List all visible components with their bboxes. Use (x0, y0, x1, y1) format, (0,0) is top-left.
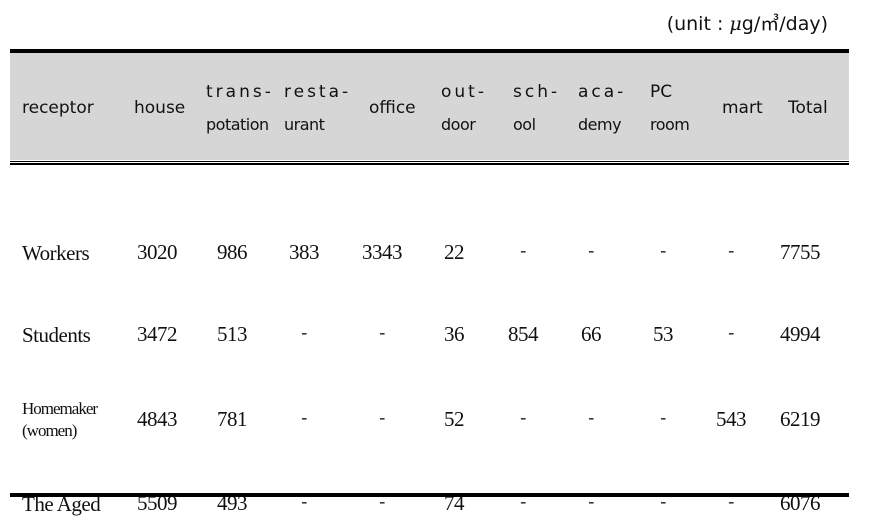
unit-rest: g/㎥/day) (741, 13, 828, 35)
bottom-rule (10, 493, 849, 497)
header-mart: mart (722, 98, 763, 118)
header-receptor: receptor (22, 98, 94, 118)
table-row: The Aged 5509 493- -74- - - -6076 (10, 165, 849, 516)
header-rule-thin (10, 161, 849, 162)
exposure-table: receptor house trans- potation resta- ur… (10, 49, 849, 516)
table-body: Workers 3020 986 383 3343 22- - - -7755 Students 3… (10, 165, 849, 516)
header-house: house (134, 98, 186, 118)
unit-mu: μ (729, 13, 742, 35)
header-office: office (369, 98, 416, 118)
unit-prefix: (unit : (666, 13, 730, 35)
header-total: Total (788, 98, 828, 118)
unit-note: (unit : μg/㎥/day) (667, 9, 828, 36)
table-header: receptor house trans- potation resta- ur… (10, 53, 849, 160)
